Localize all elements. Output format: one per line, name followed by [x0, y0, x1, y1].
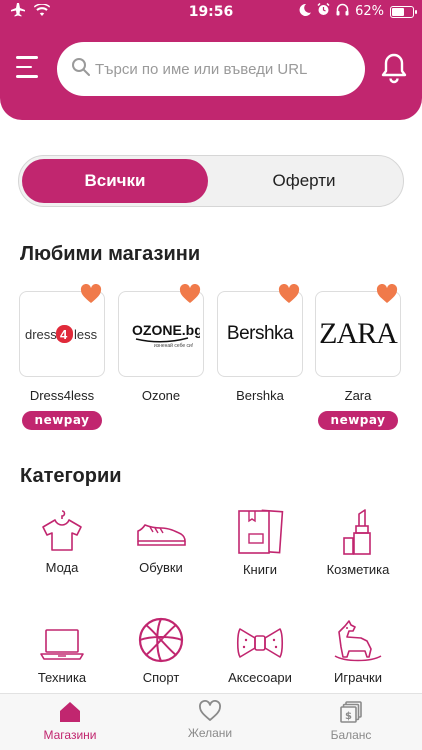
tshirt-icon	[42, 510, 82, 551]
category-label: Обувки	[139, 560, 183, 575]
zara-logo: ZARA	[319, 317, 398, 350]
store-logo-card[interactable]: OZONE.bg изненай себе си!	[118, 283, 204, 377]
store-logo-card[interactable]: dress 4 less	[19, 283, 105, 377]
category-label: Аксесоари	[228, 670, 292, 685]
favorite-heart-icon[interactable]	[278, 283, 300, 304]
battery-icon	[390, 5, 417, 18]
favorites-title: Любими магазини	[20, 243, 201, 265]
svg-text:OZONE.bg: OZONE.bg	[132, 322, 200, 338]
svg-text:4: 4	[60, 327, 68, 342]
category-moda[interactable]: Мода	[12, 508, 112, 575]
favorite-heart-icon[interactable]	[179, 283, 201, 304]
favorite-heart-icon[interactable]	[376, 283, 398, 304]
rocking-horse-icon	[334, 620, 382, 662]
tab-label: Магазини	[43, 728, 97, 742]
tab-label: Желани	[187, 726, 233, 740]
svg-text:less: less	[74, 327, 98, 342]
category-label: Играчки	[334, 670, 382, 685]
app-header: 19:56 62%	[0, 0, 422, 120]
store-bershka[interactable]: Bershka Bershka	[217, 283, 303, 403]
category-label: Техника	[37, 670, 87, 685]
category-obuvki[interactable]: Обувки	[111, 508, 211, 575]
search-bar[interactable]	[57, 42, 365, 96]
category-label: Козметика	[326, 562, 390, 577]
category-igrachki[interactable]: Играчки	[308, 620, 408, 685]
tab-stores[interactable]: Магазини	[20, 700, 120, 742]
battery-level	[392, 7, 404, 16]
bershka-logo: Bershka	[226, 323, 294, 344]
store-name: Zara	[344, 388, 372, 403]
newpay-badge: newpay	[318, 411, 398, 430]
segment-all-button[interactable]: Всички	[22, 159, 208, 203]
svg-text:изненай себе си!: изненай себе си!	[154, 342, 193, 349]
category-tehnika[interactable]: Техника	[12, 622, 112, 685]
store-name: Ozone	[141, 388, 181, 403]
store-ozone[interactable]: OZONE.bg изненай себе си! Ozone	[118, 283, 204, 403]
moon-icon	[299, 3, 312, 20]
status-bar: 19:56 62%	[0, 0, 422, 24]
category-kozmetika[interactable]: Козметика	[308, 508, 408, 577]
balance-icon: $	[340, 701, 362, 723]
tab-wishlist[interactable]: Желани	[160, 700, 260, 740]
basketball-icon	[138, 617, 184, 663]
categories-title: Категории	[20, 465, 122, 487]
bottom-tab-bar: Магазини Желани $ Баланс	[0, 693, 422, 750]
headphones-icon	[336, 3, 349, 20]
category-label: Книги	[242, 562, 278, 577]
svg-text:$: $	[345, 711, 352, 722]
svg-text:dress: dress	[25, 327, 57, 342]
heart-outline-icon	[199, 700, 221, 721]
store-name: Dress4less	[29, 388, 95, 403]
ozone-logo: OZONE.bg изненай себе си!	[132, 322, 200, 349]
books-icon	[238, 509, 284, 554]
category-label: Спорт	[142, 670, 180, 685]
tab-label: Баланс	[330, 728, 372, 742]
category-aksesoari[interactable]: Аксесоари	[210, 622, 310, 685]
store-logo-card[interactable]: ZARA	[315, 283, 401, 377]
dress4less-logo: dress 4 less	[25, 325, 98, 343]
store-dress4less[interactable]: dress 4 less Dress4less newpay	[19, 283, 105, 430]
store-logo-card[interactable]: Bershka	[217, 283, 303, 377]
menu-button[interactable]	[16, 56, 42, 82]
shoe-icon	[137, 524, 186, 546]
search-icon	[71, 57, 91, 81]
category-sport[interactable]: Спорт	[111, 617, 211, 685]
favorite-heart-icon[interactable]	[80, 283, 102, 304]
category-label: Мода	[45, 560, 79, 575]
tab-balance[interactable]: $ Баланс	[301, 700, 401, 742]
segment-offers-button[interactable]: Оферти	[209, 159, 399, 203]
store-icon	[60, 702, 80, 722]
bell-icon[interactable]	[380, 52, 408, 84]
battery-percent: 62%	[355, 4, 384, 19]
store-zara[interactable]: ZARA Zara newpay	[315, 283, 401, 430]
bowtie-icon	[236, 628, 284, 658]
newpay-badge: newpay	[22, 411, 102, 430]
search-input[interactable]	[95, 60, 355, 78]
filter-segment: Всички Оферти	[18, 155, 404, 207]
alarm-icon	[317, 2, 330, 20]
laptop-icon	[40, 629, 84, 660]
category-knigi[interactable]: Книги	[210, 508, 310, 577]
lipstick-icon	[343, 509, 371, 555]
store-name: Bershka	[236, 388, 284, 403]
